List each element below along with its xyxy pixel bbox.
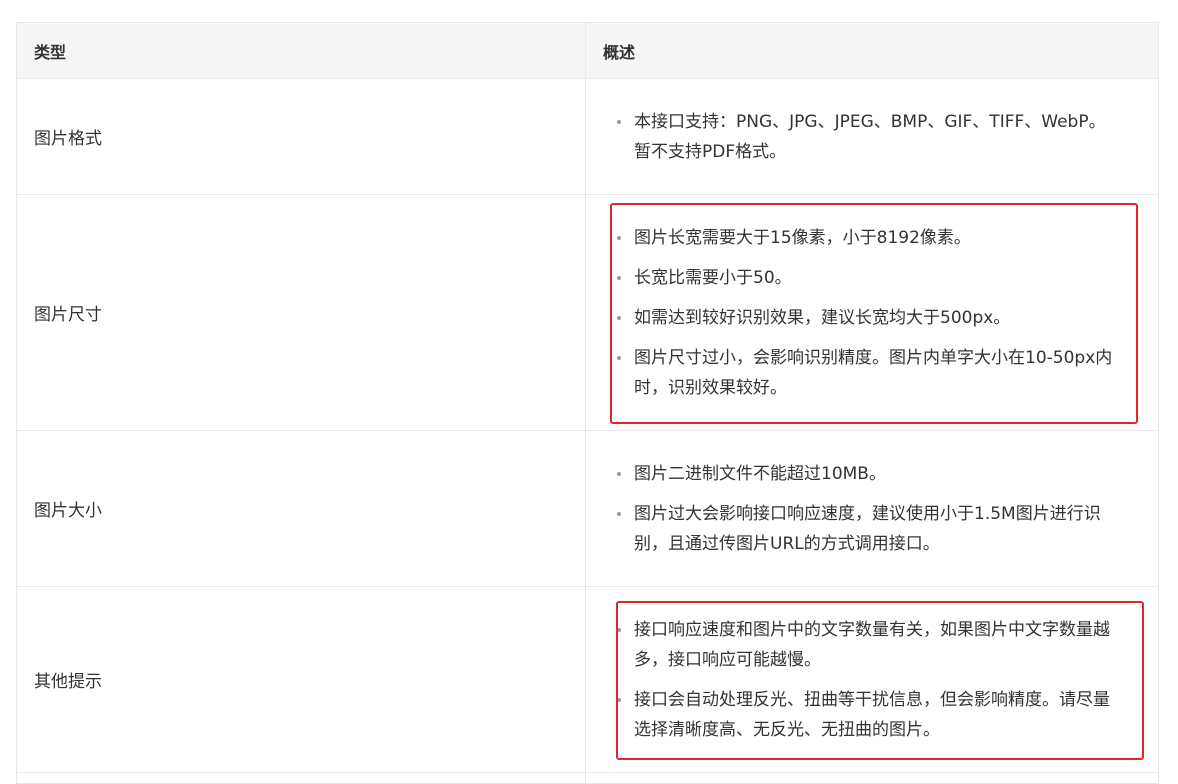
list-item-text: 图片二进制文件不能超过10MB。 xyxy=(634,463,886,484)
list-item-text: 本接口支持：PNG、JPG、JPEG、BMP、GIF、TIFF、WebP。暂不支… xyxy=(634,111,1106,162)
desc-list: 本接口支持：PNG、JPG、JPEG、BMP、GIF、TIFF、WebP。暂不支… xyxy=(603,107,1115,167)
row-desc: 本接口支持：PNG、JPG、JPEG、BMP、GIF、TIFF、WebP。暂不支… xyxy=(586,79,1158,194)
row-type-empty xyxy=(17,773,586,783)
list-item: 图片二进制文件不能超过10MB。 xyxy=(603,459,1115,489)
row-desc: 图片二进制文件不能超过10MB。 图片过大会影响接口响应速度，建议使用小于1.5… xyxy=(586,431,1158,586)
row-type-label: 图片尺寸 xyxy=(17,195,586,430)
table-row: 图片大小 图片二进制文件不能超过10MB。 图片过大会影响接口响应速度，建议使用… xyxy=(17,431,1158,587)
table-row: 其他提示 接口响应速度和图片中的文字数量有关，如果图片中文字数量越多，接口响应可… xyxy=(17,587,1158,773)
list-item: 图片过大会影响接口响应速度，建议使用小于1.5M图片进行识别，且通过传图片URL… xyxy=(603,499,1115,559)
row-type-label: 图片大小 xyxy=(17,431,586,586)
row-desc-empty xyxy=(586,773,1158,783)
row-type-label: 其他提示 xyxy=(17,587,586,772)
bullet-icon xyxy=(617,471,621,476)
table-row: 图片格式 本接口支持：PNG、JPG、JPEG、BMP、GIF、TIFF、Web… xyxy=(17,79,1158,195)
header-desc: 概述 xyxy=(603,42,636,62)
list-item: 本接口支持：PNG、JPG、JPEG、BMP、GIF、TIFF、WebP。暂不支… xyxy=(603,107,1115,167)
table-header-row: 类型 概述 xyxy=(17,23,1158,79)
desc-list: 图片二进制文件不能超过10MB。 图片过大会影响接口响应速度，建议使用小于1.5… xyxy=(603,459,1115,559)
bullet-icon xyxy=(617,511,621,516)
table-row: 图片尺寸 图片长宽需要大于15像素，小于8192像素。 长宽比需要小于50。 如… xyxy=(17,195,1158,431)
row-type-label: 图片格式 xyxy=(17,79,586,194)
list-item-text: 图片过大会影响接口响应速度，建议使用小于1.5M图片进行识别，且通过传图片URL… xyxy=(634,503,1101,554)
highlight-box xyxy=(616,601,1144,760)
bullet-icon xyxy=(617,119,621,124)
header-type: 类型 xyxy=(17,23,586,78)
image-requirements-table: 类型 概述 图片格式 本接口支持：PNG、JPG、JPEG、BMP、GIF、TI… xyxy=(16,22,1159,784)
highlight-box xyxy=(610,203,1138,424)
